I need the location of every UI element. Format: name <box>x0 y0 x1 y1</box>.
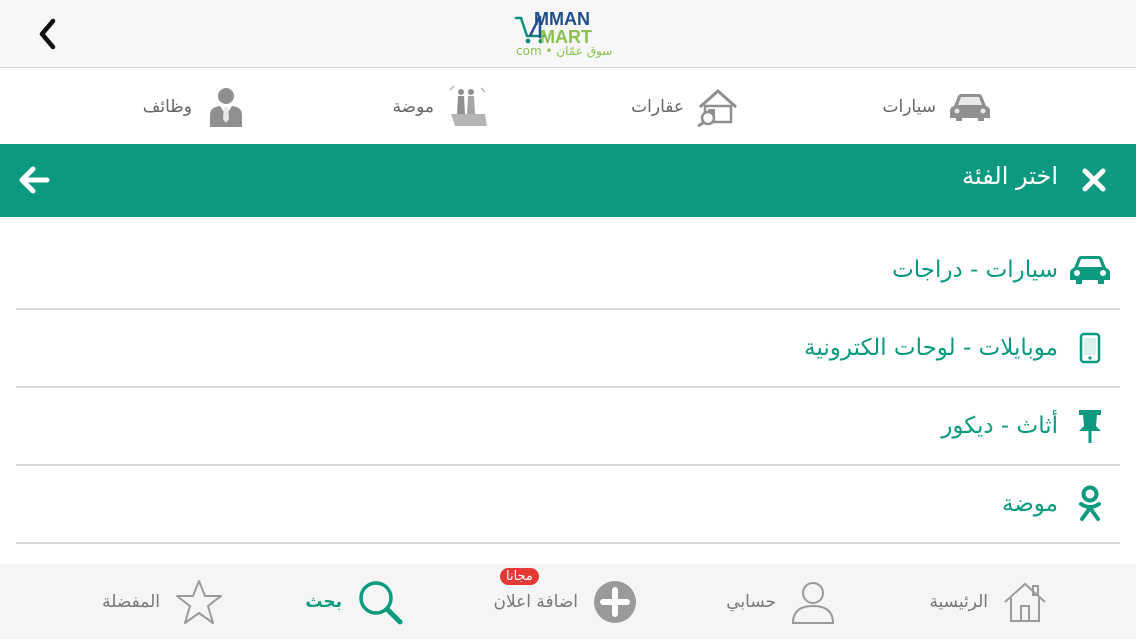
panel-title: اختر الفئة <box>962 162 1058 190</box>
nav-label: حسابي <box>726 591 776 612</box>
app-header: MMAN MART سوق عمّان • com <box>0 0 1136 68</box>
home-icon <box>1004 582 1046 622</box>
top-category-cars[interactable]: سيارات <box>883 69 995 144</box>
close-button[interactable] <box>1076 162 1112 198</box>
businessman-icon <box>202 84 250 130</box>
category-list: سيارات - دراجات موبايلات - لوحات الكترون… <box>16 232 1120 544</box>
nav-label: الرئيسية <box>929 591 988 612</box>
plus-circle-icon <box>594 580 636 623</box>
top-category-label: موضة <box>392 96 434 117</box>
top-category-label: سيارات <box>882 96 937 117</box>
car-icon <box>946 84 994 130</box>
mobile-icon <box>1068 328 1112 368</box>
nav-home[interactable]: الرئيسية <box>929 564 1048 639</box>
nav-search[interactable]: بحث <box>305 564 404 639</box>
top-category-fashion[interactable]: موضة <box>393 69 492 144</box>
category-item-fashion[interactable]: موضة <box>16 466 1120 544</box>
user-icon <box>791 581 835 624</box>
category-item-cars[interactable]: سيارات - دراجات <box>16 232 1120 310</box>
category-panel-header: اختر الفئة <box>0 144 1136 217</box>
category-item-mobiles[interactable]: موبايلات - لوحات الكترونية <box>16 310 1120 388</box>
top-category-realestate[interactable]: عقارات <box>631 69 742 144</box>
top-category-label: عقارات <box>631 96 684 117</box>
bottom-navigation: الرئيسية حسابي اضافة اعلان مجانا بحث الم… <box>0 564 1136 639</box>
category-item-furniture[interactable]: أثاث - ديكور <box>16 388 1120 466</box>
top-category-label: وظائف <box>142 96 192 117</box>
pin-icon <box>1068 406 1112 446</box>
category-label: موبايلات - لوحات الكترونية <box>804 335 1058 361</box>
star-icon <box>176 579 222 624</box>
car-icon <box>1068 250 1112 290</box>
chevron-left-icon <box>39 18 56 50</box>
top-category-strip: سيارات عقارات موضة وظائف <box>0 69 1136 144</box>
category-label: موضة <box>1001 491 1058 517</box>
logo-tagline: سوق عمّان • com <box>516 44 613 58</box>
nav-label: المفضلة <box>102 591 160 612</box>
category-label: أثاث - ديكور <box>941 413 1058 439</box>
back-button[interactable] <box>30 14 64 54</box>
fashion-icon <box>444 84 492 130</box>
nav-label: بحث <box>305 591 342 612</box>
back-arrow-button[interactable] <box>14 162 54 198</box>
nav-favorites[interactable]: المفضلة <box>102 564 224 639</box>
house-icon <box>694 84 742 130</box>
arrow-left-icon <box>19 166 50 194</box>
search-icon <box>359 580 403 624</box>
nav-account[interactable]: حسابي <box>726 564 836 639</box>
category-label: سيارات - دراجات <box>892 257 1058 283</box>
free-badge: مجانا <box>500 568 539 585</box>
nav-label: اضافة اعلان <box>493 591 578 612</box>
top-category-jobs[interactable]: وظائف <box>143 69 250 144</box>
odnoklassniki-icon <box>1068 484 1112 524</box>
close-icon <box>1082 168 1106 192</box>
ammanmart-logo[interactable]: MMAN MART سوق عمّان • com <box>512 8 624 62</box>
